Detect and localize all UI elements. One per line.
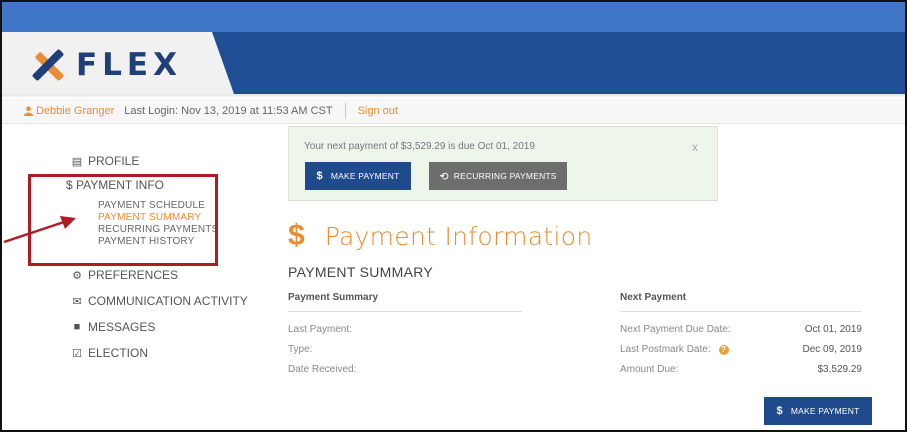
top-bar	[2, 2, 905, 32]
sign-out-link[interactable]: Sign out	[358, 105, 398, 117]
sidebar-item-election[interactable]: ☑ ELECTION	[70, 344, 148, 362]
section-heading: PAYMENT SUMMARY	[288, 264, 434, 280]
make-payment-bottom-button[interactable]: $ MAKE PAYMENT	[764, 397, 872, 425]
dollar-icon: $	[776, 405, 783, 417]
last-postmark-date-label: Last Postmark Date: ?	[620, 344, 729, 355]
dollar-icon: $	[288, 219, 305, 252]
user-bar: Debbie Granger Last Login: Nov 13, 2019 …	[2, 99, 905, 124]
close-icon[interactable]: x	[692, 140, 698, 154]
dollar-icon: $	[316, 170, 323, 182]
last-postmark-date-value: Dec 09, 2019	[802, 344, 863, 355]
red-arrow-annotation-icon	[3, 216, 76, 244]
gears-icon: ⚙	[72, 269, 82, 282]
user-icon	[24, 106, 33, 116]
help-icon[interactable]: ?	[718, 344, 729, 355]
sidebar-item-profile[interactable]: ▤ PROFILE	[70, 152, 140, 170]
app-window: FLEX Debbie Granger Last Login: Nov 13, …	[0, 0, 907, 432]
divider	[344, 103, 346, 119]
last-payment-label: Last Payment:	[288, 324, 352, 335]
flex-x-logo-icon	[32, 49, 64, 81]
amount-due-value: $3,529.29	[817, 364, 863, 375]
type-label: Type:	[288, 344, 313, 355]
recurring-dollar-icon: ⟲	[439, 170, 449, 183]
next-payment-heading: Next Payment	[620, 292, 862, 312]
next-payment-due-date-label: Next Payment Due Date:	[620, 324, 731, 335]
amount-due-label: Amount Due:	[620, 364, 679, 375]
checkbox-icon: ☑	[72, 347, 82, 360]
payment-due-alert: Your next payment of $3,529.29 is due Oc…	[288, 126, 718, 201]
envelope-icon: ✉	[72, 295, 82, 308]
sidebar-item-messages[interactable]: ■ MESSAGES	[70, 318, 156, 336]
id-card-icon: ▤	[71, 155, 83, 168]
header-band	[212, 32, 905, 94]
payment-summary-heading: Payment Summary	[288, 292, 522, 312]
chat-bubble-icon: ■	[73, 321, 81, 333]
next-payment-due-date-value: Oct 01, 2019	[804, 324, 862, 335]
page-title: $ Payment Information	[288, 219, 593, 252]
alert-message: Your next payment of $3,529.29 is due Oc…	[304, 141, 535, 152]
make-payment-button[interactable]: $ MAKE PAYMENT	[305, 162, 411, 190]
brand-name: FLEX	[76, 47, 183, 83]
date-received-label: Date Received:	[288, 364, 357, 375]
user-name-link[interactable]: Debbie Granger	[36, 105, 114, 117]
sidebar-item-communication-activity[interactable]: ✉ COMMUNICATION ACTIVITY	[70, 292, 247, 310]
recurring-payments-button[interactable]: ⟲ RECURRING PAYMENTS	[429, 162, 567, 190]
sidebar-item-preferences[interactable]: ⚙ PREFERENCES	[70, 266, 178, 284]
flex-logo[interactable]: FLEX	[30, 47, 182, 83]
last-login-text: Last Login: Nov 13, 2019 at 11:53 AM CST	[124, 105, 333, 117]
